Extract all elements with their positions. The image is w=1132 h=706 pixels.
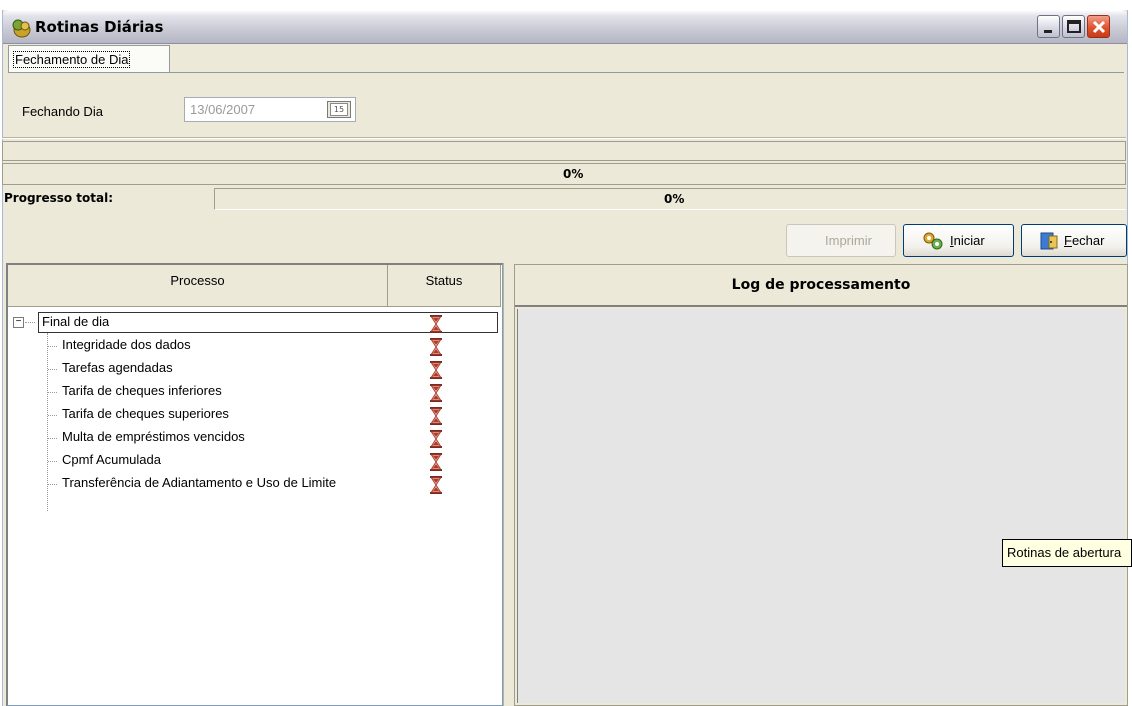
exit-door-icon xyxy=(1040,232,1058,250)
tree-line xyxy=(48,392,57,393)
hourglass-icon xyxy=(430,407,442,425)
window-title: Rotinas Diárias xyxy=(35,18,164,36)
tree-line xyxy=(48,484,57,485)
total-progress-text: 0% xyxy=(664,192,685,206)
tree-item-label: Tarifa de cheques superiores xyxy=(62,406,229,421)
tab-panel xyxy=(8,72,1124,134)
tree-item-label: Integridade dos dados xyxy=(62,337,191,352)
tree-item-label: Tarifa de cheques inferiores xyxy=(62,383,222,398)
start-button[interactable]: Iniciar xyxy=(903,224,1014,257)
tree-line xyxy=(25,322,35,323)
minimize-icon xyxy=(1044,30,1052,33)
tree-item-label: Final de dia xyxy=(42,314,110,329)
log-panel: Log de processamento xyxy=(514,264,1128,706)
collapse-icon[interactable]: − xyxy=(13,317,24,328)
tree-line xyxy=(48,461,57,462)
tree-line xyxy=(48,438,57,439)
tree-item[interactable]: Tarifa de cheques superiores xyxy=(8,404,488,426)
log-header: Log de processamento xyxy=(515,265,1127,307)
tree-item-label: Cpmf Acumulada xyxy=(62,452,161,467)
money-bag-icon xyxy=(12,19,31,38)
date-field[interactable]: 13/06/2007 15 xyxy=(184,97,356,122)
column-header-label: Processo xyxy=(170,273,225,288)
tree-line xyxy=(48,415,57,416)
column-header-status[interactable]: Status xyxy=(388,265,501,307)
close-button[interactable]: Fechar xyxy=(1021,224,1127,257)
tree-item-label: Transferência de Adiantamento e Uso de L… xyxy=(62,475,337,490)
separator xyxy=(2,137,1126,139)
close-button-label: Fechar xyxy=(1064,233,1105,248)
print-button-label: Imprimir xyxy=(825,233,872,248)
start-button-label: Iniciar xyxy=(950,233,985,248)
tree-item-label: Tarefas agendadas xyxy=(62,360,173,375)
hourglass-icon xyxy=(430,384,442,402)
calendar-button[interactable]: 15 xyxy=(327,101,351,118)
close-window-button[interactable] xyxy=(1087,15,1110,38)
process-tree[interactable]: Processo Status − Final de dia Integrida… xyxy=(6,263,503,706)
print-button[interactable]: Imprimir xyxy=(786,224,896,257)
tree-item[interactable]: Integridade dos dados xyxy=(8,335,488,357)
current-step-bar xyxy=(2,141,1126,161)
tooltip: Rotinas de abertura xyxy=(1002,539,1132,567)
tree-item[interactable]: Cpmf Acumulada xyxy=(8,450,488,472)
hourglass-icon xyxy=(430,315,442,333)
log-title: Log de processamento xyxy=(731,277,911,293)
tree-item[interactable]: Tarefas agendadas xyxy=(8,358,488,380)
tree-item[interactable]: Transferência de Adiantamento e Uso de L… xyxy=(8,473,488,495)
hourglass-icon xyxy=(430,476,442,494)
column-header-processo[interactable]: Processo xyxy=(8,265,388,307)
tab-fechamento-de-dia[interactable]: Fechamento de Dia xyxy=(8,45,170,72)
total-progress-bar: 0% xyxy=(214,188,1126,210)
close-icon xyxy=(1092,20,1106,34)
column-header-label: Status xyxy=(425,273,463,288)
title-bar[interactable]: Rotinas Diárias xyxy=(3,10,1127,44)
tree-item[interactable]: Tarifa de cheques inferiores xyxy=(8,381,488,403)
tab-label: Fechamento de Dia xyxy=(13,51,131,68)
maximize-icon xyxy=(1067,20,1081,33)
hourglass-icon xyxy=(430,430,442,448)
log-content[interactable] xyxy=(517,309,1125,703)
tooltip-text: Rotinas de abertura xyxy=(1007,545,1122,560)
minimize-button[interactable] xyxy=(1037,15,1060,38)
tree-item[interactable]: Multa de empréstimos vencidos xyxy=(8,427,488,449)
current-progress-text: 0% xyxy=(563,167,584,181)
current-progress-bar: 0% xyxy=(2,163,1126,185)
total-progress-label: Progresso total: xyxy=(4,191,114,205)
hourglass-icon xyxy=(430,453,442,471)
fechando-dia-label: Fechando Dia xyxy=(22,104,103,119)
maximize-button[interactable] xyxy=(1062,15,1085,38)
hourglass-icon xyxy=(430,361,442,379)
calendar-icon: 15 xyxy=(330,103,348,116)
tree-line xyxy=(48,369,57,370)
tree-line xyxy=(48,346,57,347)
tree-root-item[interactable]: − Final de dia xyxy=(8,312,498,334)
hourglass-icon xyxy=(430,338,442,356)
date-value: 13/06/2007 xyxy=(190,102,256,117)
tree-item-label: Multa de empréstimos vencidos xyxy=(62,429,245,444)
gears-icon xyxy=(923,232,943,250)
